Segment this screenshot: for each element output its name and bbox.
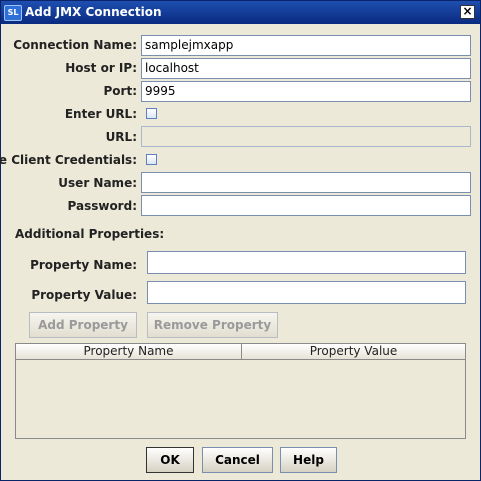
properties-table[interactable]: Property Name Property Value [15,343,466,439]
property-name-label: Property Name: [30,258,137,272]
dialog-content: Connection Name: samplejmxapp Host or IP… [0,24,480,480]
url-field[interactable] [141,126,471,147]
user-name-label: User Name: [58,176,137,190]
close-button[interactable]: × [460,5,475,19]
connection-name-label: Connection Name: [13,38,137,52]
additional-properties-heading: Additional Properties: [15,227,165,241]
enter-url-label: Enter URL: [64,107,137,121]
port-field[interactable]: 9995 [141,81,471,102]
property-value-label: Property Value: [31,288,137,302]
enter-url-checkbox[interactable] [146,108,157,119]
title-bar[interactable]: SL Add JMX Connection × [1,1,480,24]
port-label: Port: [103,84,138,98]
password-label: Password: [67,199,138,213]
cancel-button[interactable]: Cancel [202,447,273,473]
help-button[interactable]: Help [280,447,337,473]
add-jmx-connection-dialog: SL Add JMX Connection × Connection Name:… [0,0,481,481]
user-name-field[interactable] [141,172,471,193]
use-client-credentials-label: Use Client Credentials: [0,153,137,167]
window-title: Add JMX Connection [25,5,162,19]
password-field[interactable] [141,195,471,216]
ok-button[interactable]: OK [146,447,194,473]
host-label: Host or IP: [65,61,137,75]
connection-name-field[interactable]: samplejmxapp [141,35,471,56]
property-name-field[interactable] [147,251,466,274]
property-value-column-header[interactable]: Property Value [242,344,465,360]
app-logo-icon: SL [4,5,22,21]
url-label: URL: [105,130,137,144]
property-value-field[interactable] [147,281,466,304]
property-name-column-header[interactable]: Property Name [16,344,242,360]
use-client-credentials-checkbox[interactable] [146,154,157,165]
host-field[interactable]: localhost [141,58,471,79]
remove-property-button[interactable]: Remove Property [147,312,278,338]
add-property-button[interactable]: Add Property [29,312,137,338]
